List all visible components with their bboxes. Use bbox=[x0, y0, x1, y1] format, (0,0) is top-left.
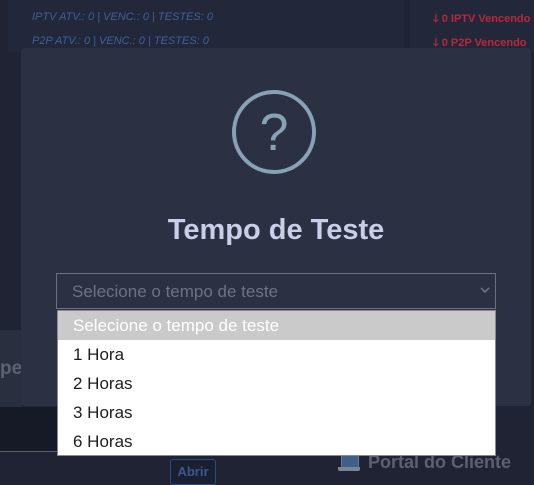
abrir-button[interactable]: Abrir bbox=[170, 459, 216, 485]
laptop-icon bbox=[338, 454, 360, 472]
test-time-options: Selecione o tempo de teste 1 Hora 2 Hora… bbox=[57, 310, 496, 456]
option-6-horas[interactable]: 6 Horas bbox=[58, 427, 495, 456]
option-2-horas[interactable]: 2 Horas bbox=[58, 369, 495, 398]
option-1-hora[interactable]: 1 Hora bbox=[58, 340, 495, 369]
p2p-stats: P2P ATV.: 0 | VENC.: 0 | TESTES: 0 bbox=[32, 35, 209, 47]
bottom-panel bbox=[0, 407, 60, 452]
test-time-select[interactable]: Selecione o tempo de teste bbox=[56, 273, 496, 309]
iptv-stats: IPTV ATV.: 0 | VENC.: 0 | TESTES: 0 bbox=[32, 11, 213, 23]
modal-title: Tempo de Teste bbox=[167, 214, 385, 246]
chevron-down-icon bbox=[480, 287, 490, 294]
option-placeholder[interactable]: Selecione o tempo de teste bbox=[58, 311, 495, 340]
iptv-expiring-alert: 🡓 0 IPTV Vencendo bbox=[433, 13, 531, 25]
arrow-down-icon: 🡓 bbox=[433, 13, 439, 25]
option-3-horas[interactable]: 3 Horas bbox=[58, 398, 495, 427]
question-circle-icon: ? bbox=[232, 90, 316, 174]
select-value: Selecione o tempo de teste bbox=[72, 282, 279, 301]
